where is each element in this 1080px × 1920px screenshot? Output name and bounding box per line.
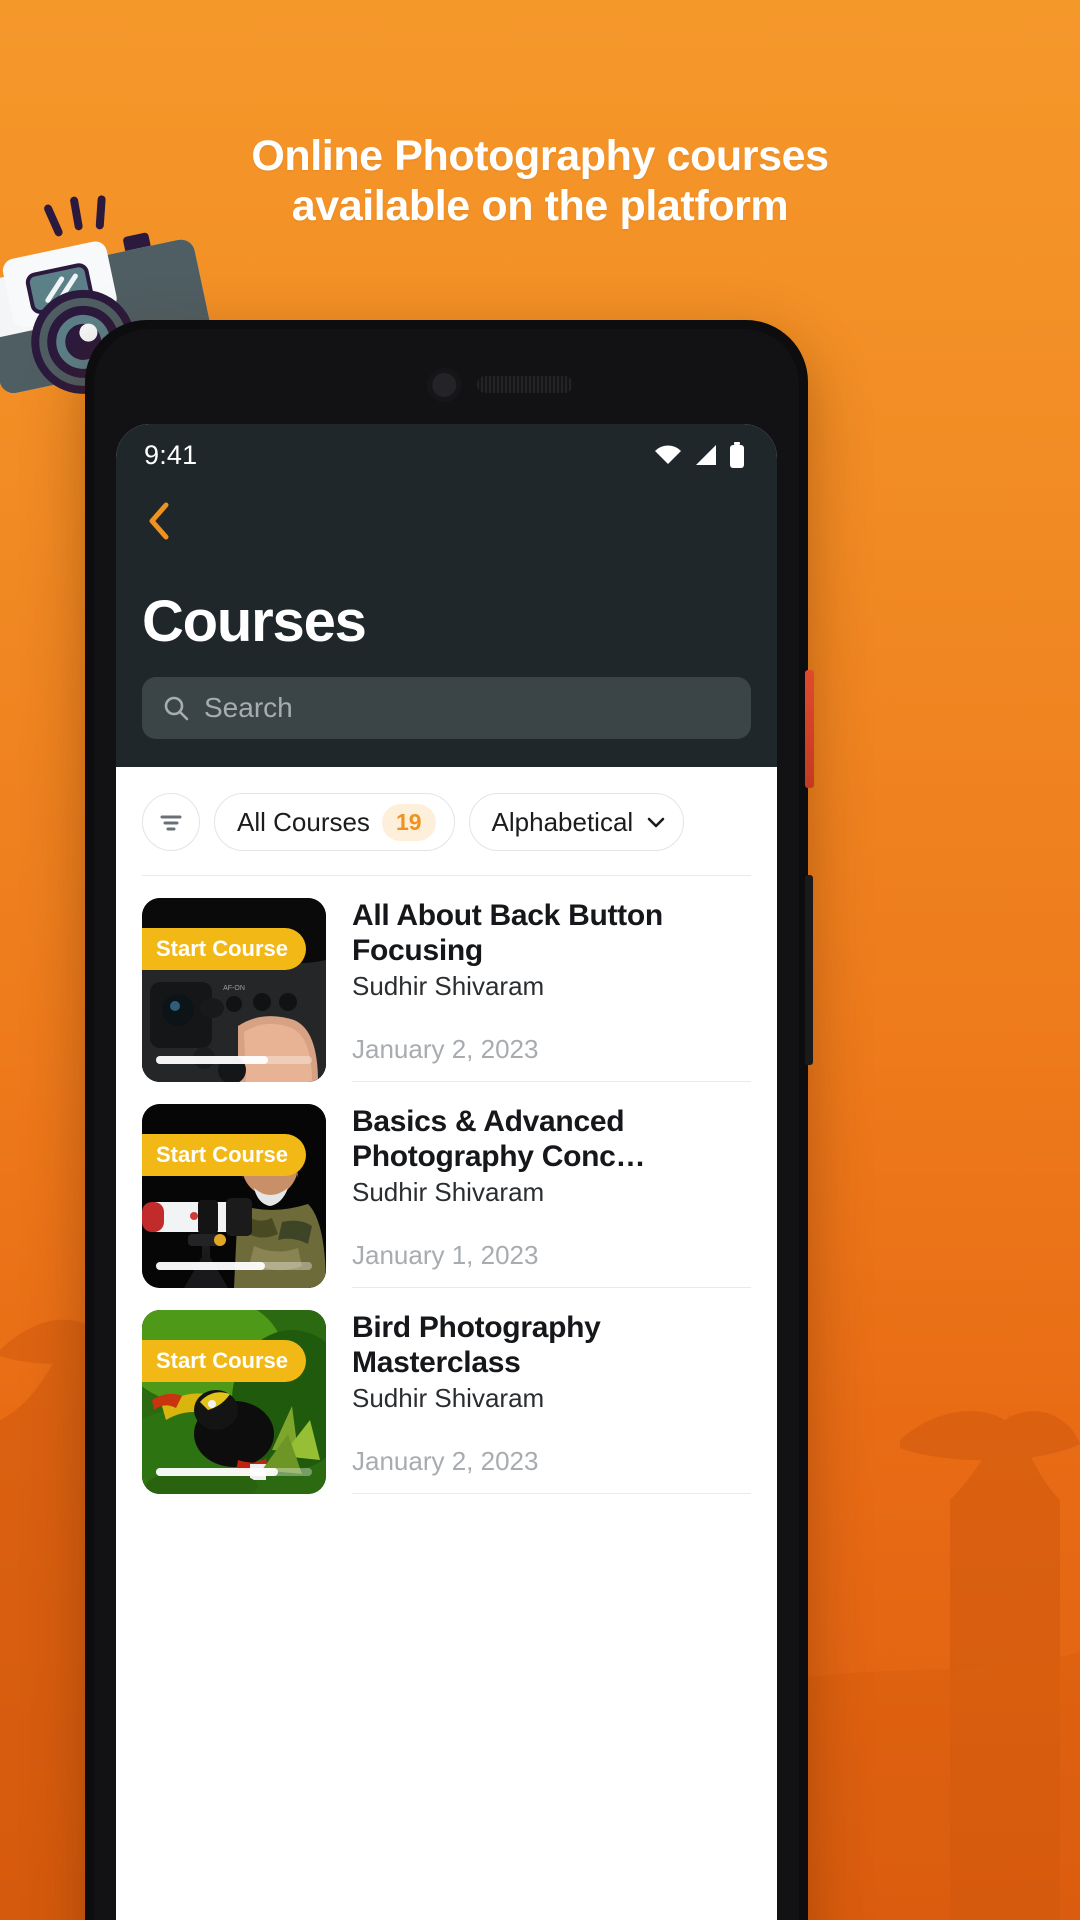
svg-text:AF-ON: AF-ON <box>223 985 245 992</box>
course-title: Bird Photography Masterclass <box>352 1311 601 1380</box>
phone-mockup: 9:41 Courses Search All Courses 19 Alpha… <box>85 320 814 1920</box>
headline-line-2: available on the platform <box>291 181 789 230</box>
course-thumbnail[interactable]: Start Course <box>142 1104 326 1288</box>
status-clock: 9:41 <box>144 439 198 470</box>
search-container: Search <box>116 655 777 767</box>
chip-sort-label: Alphabetical <box>491 806 634 837</box>
course-author: Sudhir Shivaram <box>352 1177 545 1208</box>
course-details: All About Back Button Focusing Sudhir Sh… <box>352 898 751 1082</box>
course-list-region: All Courses 19 Alphabetical AF-ON Start … <box>116 767 777 1494</box>
progress-bar <box>156 1468 312 1476</box>
course-thumbnail[interactable]: AF-ON Start Course <box>142 898 326 1082</box>
progress-bar <box>156 1056 312 1064</box>
front-camera-icon <box>426 368 461 402</box>
course-thumbnail[interactable]: Start Course <box>142 1310 326 1494</box>
battery-icon <box>730 442 744 468</box>
search-input[interactable]: Search <box>142 677 751 739</box>
course-title: All About Back Button Focusing <box>352 899 663 968</box>
course-details: Bird Photography Masterclass Sudhir Shiv… <box>352 1310 751 1494</box>
chip-all-courses[interactable]: All Courses 19 <box>214 793 455 851</box>
course-date: January 2, 2023 <box>352 1034 539 1064</box>
course-date: January 2, 2023 <box>352 1446 539 1476</box>
course-title: Basics & Advanced Photography Conc… <box>352 1105 646 1174</box>
photographer-with-telephoto-lens-photo <box>142 1104 326 1288</box>
course-count-badge: 19 <box>381 803 436 841</box>
start-course-badge[interactable]: Start Course <box>142 1134 307 1176</box>
screen-title: Courses <box>142 589 367 654</box>
chip-sort-alphabetical[interactable]: Alphabetical <box>468 793 685 851</box>
filter-chips-row: All Courses 19 Alphabetical <box>116 767 777 875</box>
status-bar: 9:41 <box>116 424 777 486</box>
power-button[interactable] <box>805 670 814 788</box>
cellular-signal-icon <box>696 445 716 465</box>
filter-lines-icon <box>160 815 182 831</box>
progress-bar <box>156 1262 312 1270</box>
start-course-badge[interactable]: Start Course <box>142 1340 307 1382</box>
search-icon <box>164 696 189 721</box>
progress-bar-fill <box>156 1262 266 1270</box>
filter-button[interactable] <box>142 793 200 851</box>
progress-bar-fill <box>156 1056 269 1064</box>
course-details: Basics & Advanced Photography Conc… Sudh… <box>352 1104 751 1288</box>
back-button[interactable] <box>142 502 176 540</box>
headline-line-1: Online Photography courses <box>251 132 829 180</box>
camera-back-button-photo: AF-ON <box>142 898 326 1082</box>
course-list-item[interactable]: AF-ON Start Course All About Back Button <box>116 876 777 1082</box>
wifi-icon <box>655 445 681 464</box>
chip-all-courses-label: All Courses <box>237 806 370 837</box>
course-author: Sudhir Shivaram <box>352 971 545 1002</box>
chevron-left-icon <box>149 502 169 540</box>
toucan-bird-photo <box>142 1310 326 1494</box>
earpiece-speaker <box>476 376 573 393</box>
navigation-bar <box>116 486 777 546</box>
promo-screenshot: Online Photography courses available on … <box>0 0 1080 1920</box>
course-list-item[interactable]: Start Course Basics & Advanced Photograp… <box>116 1082 777 1288</box>
course-list-item[interactable]: Start Course Bird Photography Masterclas… <box>116 1288 777 1494</box>
search-placeholder: Search <box>204 692 293 723</box>
course-author: Sudhir Shivaram <box>352 1383 545 1414</box>
dark-header-region: 9:41 Courses Search <box>116 424 777 767</box>
start-course-badge[interactable]: Start Course <box>142 928 307 970</box>
progress-bar-fill <box>156 1468 278 1476</box>
chevron-down-icon <box>647 817 665 828</box>
phone-screen: 9:41 Courses Search All Courses 19 Alpha… <box>116 424 777 1920</box>
volume-button[interactable] <box>805 875 813 1065</box>
course-date: January 1, 2023 <box>352 1240 539 1270</box>
